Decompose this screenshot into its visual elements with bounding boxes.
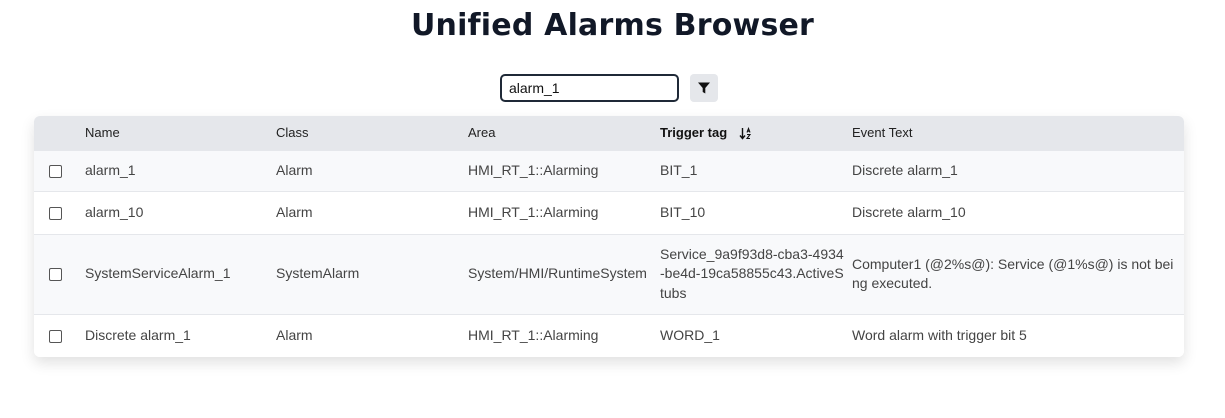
cell-trigger-tag: WORD_1 <box>660 313 852 357</box>
alarms-table: Name Class Area Trigger tag Event Text a… <box>34 116 1184 357</box>
row-checkbox-cell <box>34 149 85 191</box>
cell-name: SystemServiceAlarm_1 <box>85 233 276 314</box>
cell-area: HMI_RT_1::Alarming <box>468 149 660 191</box>
table-row[interactable]: SystemServiceAlarm_1 SystemAlarm System/… <box>34 233 1184 314</box>
cell-class: SystemAlarm <box>276 233 468 314</box>
column-header-name[interactable]: Name <box>85 116 276 150</box>
row-checkbox-cell <box>34 233 85 314</box>
cell-event-text: Discrete alarm_1 <box>852 149 1184 191</box>
filter-button[interactable] <box>690 74 718 102</box>
sort-ascending-icon[interactable] <box>739 127 753 140</box>
column-header-area[interactable]: Area <box>468 116 660 150</box>
row-checkbox[interactable] <box>49 268 62 282</box>
cell-trigger-tag: Service_9a9f93d8-cba3-4934-be4d-19ca5885… <box>660 233 852 314</box>
column-header-trigger-tag[interactable]: Trigger tag <box>660 116 852 150</box>
cell-event-text: Computer1 (@2%s@): Service (@1%s@) is no… <box>852 233 1184 314</box>
row-checkbox[interactable] <box>49 164 62 178</box>
cell-name: Discrete alarm_1 <box>85 313 276 357</box>
cell-area: HMI_RT_1::Alarming <box>468 190 660 234</box>
cell-event-text: Word alarm with trigger bit 5 <box>852 313 1184 357</box>
cell-trigger-tag: BIT_1 <box>660 149 852 191</box>
table-row[interactable]: Discrete alarm_1 Alarm HMI_RT_1::Alarmin… <box>34 313 1184 357</box>
table-header-row: Name Class Area Trigger tag Event Text <box>34 116 1184 150</box>
cell-area: System/HMI/RuntimeSystem <box>468 233 660 314</box>
column-header-class[interactable]: Class <box>276 116 468 150</box>
page-title: Unified Alarms Browser <box>410 8 815 43</box>
row-checkbox-cell <box>34 190 85 234</box>
cell-name: alarm_1 <box>85 149 276 191</box>
cell-class: Alarm <box>276 190 468 234</box>
cell-class: Alarm <box>276 313 468 357</box>
search-row <box>500 73 718 103</box>
cell-area: HMI_RT_1::Alarming <box>468 313 660 357</box>
column-header-event-text[interactable]: Event Text <box>852 116 1184 150</box>
cell-trigger-tag: BIT_10 <box>660 190 852 234</box>
table-row[interactable]: alarm_10 Alarm HMI_RT_1::Alarming BIT_10… <box>34 190 1184 234</box>
row-checkbox[interactable] <box>49 329 62 343</box>
search-input[interactable] <box>500 74 679 102</box>
row-checkbox-cell <box>34 313 85 357</box>
row-checkbox[interactable] <box>49 206 62 220</box>
table-row[interactable]: alarm_1 Alarm HMI_RT_1::Alarming BIT_1 D… <box>34 149 1184 191</box>
filter-icon <box>698 82 710 94</box>
header-checkbox-cell <box>34 116 85 150</box>
cell-name: alarm_10 <box>85 190 276 234</box>
cell-event-text: Discrete alarm_10 <box>852 190 1184 234</box>
column-header-label: Trigger tag <box>660 125 728 141</box>
cell-class: Alarm <box>276 149 468 191</box>
